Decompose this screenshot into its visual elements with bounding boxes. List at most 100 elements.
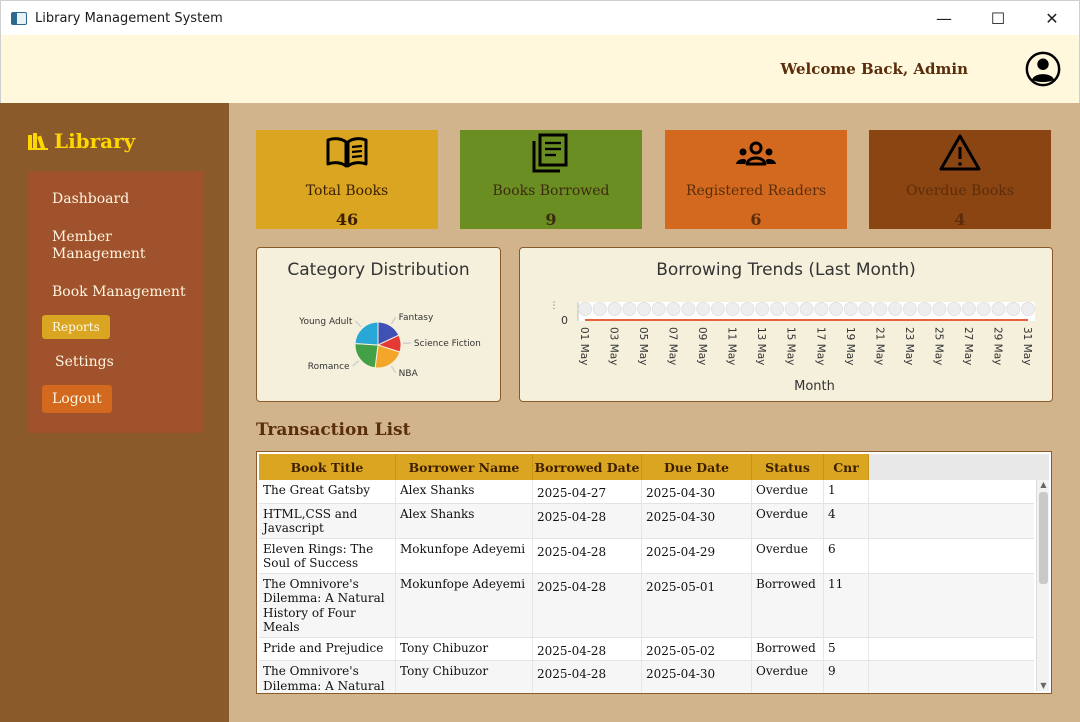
column-header-due-date[interactable]: Due Date (642, 454, 752, 480)
user-circle-icon[interactable] (1024, 50, 1062, 88)
logout-button[interactable]: Logout (42, 385, 112, 413)
data-point-marker[interactable] (1006, 302, 1021, 316)
pie-slice-label: Science Fiction (414, 339, 481, 349)
stat-card-registered-readers[interactable]: Registered Readers 6 (665, 130, 847, 229)
data-point-marker[interactable] (740, 302, 755, 316)
cell-cnr: 4 (824, 503, 869, 538)
data-point-marker[interactable] (769, 302, 784, 316)
x-tick-label: 29 May (991, 327, 1003, 365)
data-point-marker[interactable] (843, 302, 858, 316)
data-point-marker[interactable] (858, 302, 873, 316)
y-axis-marker: ⋮ (550, 301, 559, 311)
maximize-button[interactable]: ☐ (971, 1, 1025, 36)
column-header-status[interactable]: Status (752, 454, 824, 480)
cell-due-date: 2025-04-30 (642, 661, 752, 693)
data-point-marker[interactable] (592, 302, 607, 316)
table-row[interactable]: The Great Gatsby Alex Shanks 2025-04-27 … (259, 480, 1034, 504)
data-point-marker[interactable] (947, 302, 962, 316)
table-row[interactable]: HTML,CSS and Javascript Alex Shanks 2025… (259, 503, 1034, 539)
stat-label: Registered Readers (685, 183, 827, 199)
pie-slice-label: Romance (308, 362, 350, 372)
pie-label-line (390, 316, 397, 325)
cell-borrowed-date: 2025-04-28 (533, 637, 642, 660)
scroll-down-icon[interactable]: ▼ (1037, 681, 1050, 691)
table-row[interactable]: The Omnivore's Dilemma: A Natural Histor… (259, 661, 1034, 693)
column-header-borrower-name[interactable]: Borrower Name (396, 454, 533, 480)
data-point-marker[interactable] (696, 302, 711, 316)
stat-card-overdue-books[interactable]: Overdue Books 4 (869, 130, 1051, 229)
data-point-marker[interactable] (1021, 302, 1035, 316)
table-row[interactable]: Eleven Rings: The Soul of Success Mokunf… (259, 538, 1034, 574)
data-point-marker[interactable] (725, 302, 740, 316)
data-point-marker[interactable] (637, 302, 652, 316)
data-point-marker[interactable] (873, 302, 888, 316)
data-point-marker[interactable] (932, 302, 947, 316)
stat-card-books-borrowed[interactable]: Books Borrowed 9 (460, 130, 642, 229)
column-header-cnr[interactable]: Cnr (824, 454, 869, 480)
data-point-marker[interactable] (666, 302, 681, 316)
sidebar-item-member-management[interactable]: Member Management (52, 229, 172, 263)
pie-slice[interactable] (354, 343, 379, 369)
x-tick-label: 11 May (726, 327, 738, 365)
table-row[interactable]: Pride and Prejudice Tony Chibuzor 2025-0… (259, 637, 1034, 661)
data-point-marker[interactable] (917, 302, 932, 316)
data-point-marker[interactable] (814, 302, 829, 316)
transaction-list-title: Transaction List (256, 420, 411, 440)
x-tick-label: 09 May (696, 327, 708, 365)
stat-label: Overdue Books (906, 183, 1014, 199)
documents-icon (532, 133, 568, 173)
people-icon (736, 141, 776, 166)
data-point-marker[interactable] (961, 302, 976, 316)
cell-status: Overdue (752, 661, 824, 693)
x-tick-label: 17 May (814, 327, 826, 365)
stat-label: Total Books (305, 183, 389, 199)
data-point-marker[interactable] (784, 302, 799, 316)
x-tick-label: 23 May (903, 327, 915, 365)
sidebar-item-dashboard[interactable]: Dashboard (52, 191, 129, 208)
data-point-marker[interactable] (622, 302, 637, 316)
stat-value: 9 (545, 210, 557, 229)
data-point-marker[interactable] (651, 302, 666, 316)
data-point-marker[interactable] (755, 302, 770, 316)
data-point-marker[interactable] (578, 302, 592, 316)
main-content: Total Books 46 Books Borrowed 9 Register… (229, 103, 1080, 722)
data-point-marker[interactable] (799, 302, 814, 316)
data-point-marker[interactable] (991, 302, 1006, 316)
data-point-marker[interactable] (607, 302, 622, 316)
data-point-marker[interactable] (681, 302, 696, 316)
app-icon (11, 11, 27, 25)
x-tick-label: 01 May (578, 327, 590, 365)
cell-borrowed-date: 2025-04-28 (533, 573, 642, 637)
cell-status: Borrowed (752, 637, 824, 660)
stat-card-total-books[interactable]: Total Books 46 (256, 130, 438, 229)
category-pie-chart: Fantasy Science Fiction NBA Romance Young Ad… (298, 313, 481, 379)
cell-cnr: 1 (824, 480, 869, 503)
close-button[interactable]: ✕ (1025, 1, 1079, 36)
column-header-book-title[interactable]: Book Title (259, 454, 396, 480)
warning-icon (939, 134, 981, 171)
pie-slice[interactable] (354, 321, 379, 346)
table-scrollbar[interactable]: ▲ ▼ (1036, 480, 1049, 691)
cell-cnr: 9 (824, 661, 869, 693)
minimize-button[interactable]: — (917, 1, 971, 36)
x-tick-label: 21 May (873, 327, 885, 365)
trend-chart-title: Borrowing Trends (Last Month) (656, 260, 916, 280)
data-point-marker[interactable] (976, 302, 991, 316)
data-point-marker[interactable] (888, 302, 903, 316)
stat-value: 4 (954, 210, 966, 229)
data-point-marker[interactable] (829, 302, 844, 316)
sidebar-item-reports[interactable]: Reports (42, 315, 110, 339)
cell-borrower-name: Mokunfope Adeyemi (396, 538, 533, 573)
data-point-marker[interactable] (902, 302, 917, 316)
table-row[interactable]: The Omnivore's Dilemma: A Natural Histor… (259, 573, 1034, 638)
sidebar-item-settings[interactable]: Settings (55, 354, 114, 371)
column-header-borrowed-date[interactable]: Borrowed Date (533, 454, 642, 480)
scrollbar-thumb[interactable] (1039, 492, 1048, 584)
pie-slice-label: Fantasy (399, 313, 434, 323)
data-point-marker[interactable] (710, 302, 725, 316)
sidebar-item-book-management[interactable]: Book Management (52, 284, 186, 301)
cell-due-date: 2025-04-30 (642, 480, 752, 503)
cell-borrowed-date: 2025-04-28 (533, 538, 642, 573)
x-tick-label: 05 May (637, 327, 649, 365)
scroll-up-icon[interactable]: ▲ (1037, 480, 1050, 490)
